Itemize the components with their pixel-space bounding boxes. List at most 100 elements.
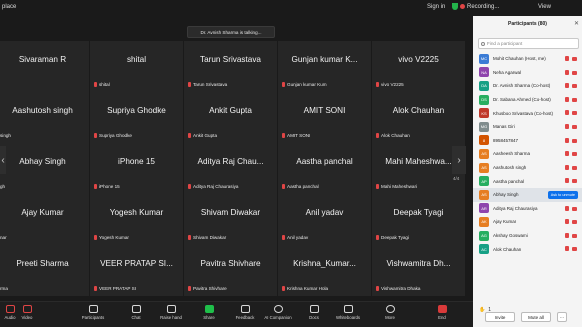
sign-in-link[interactable]: Sign in	[427, 4, 445, 10]
video-tile[interactable]: shital shital	[90, 41, 183, 92]
more-options-button[interactable]: ...	[557, 312, 567, 322]
video-tile[interactable]: Gunjan kumar K... Gunjan kumar Kum	[278, 41, 371, 92]
participant-name: Aashutosh singh	[493, 165, 527, 171]
video-tile[interactable]: Aashutosh singh singh	[0, 92, 89, 143]
participant-row[interactable]: MC Mohit Chauhan (Host, me)	[473, 52, 582, 66]
raise-hand-button[interactable]: Raise hand	[154, 305, 188, 327]
close-icon[interactable]: ✕	[574, 20, 579, 27]
participant-row[interactable]: AS Aashutosh singh	[473, 161, 582, 175]
mic-muted-icon	[565, 164, 569, 170]
camera-off-icon	[572, 124, 577, 129]
video-tile[interactable]: vivo V2225 vivo V2225	[372, 41, 465, 92]
whiteboard-icon	[343, 305, 353, 313]
video-tile[interactable]: Aastha panchal Aastha panchal	[278, 143, 371, 194]
participant-row[interactable]: DA Dr. Avnish Sharma (Co-host)	[473, 79, 582, 93]
video-tile[interactable]: Abhay Singh gh	[0, 143, 89, 194]
video-button[interactable]: Video	[10, 305, 44, 327]
participant-row[interactable]: MG Manas Giri	[473, 120, 582, 134]
toolbar-label: Feedback	[235, 315, 255, 320]
participant-row[interactable]: DS Dr. Sabana Ahmed (Co-host)	[473, 93, 582, 107]
video-tile[interactable]: Alok Chauhan Alok Chauhan	[372, 92, 465, 143]
prev-page-arrow-icon[interactable]: ‹	[0, 146, 6, 174]
tile-name: Alok Chauhan	[392, 106, 445, 115]
participants-button[interactable]: Participants	[76, 305, 110, 327]
mic-muted-icon	[282, 82, 285, 87]
feedback-button[interactable]: Feedback	[228, 305, 262, 327]
video-tile[interactable]: Anil yadav Anil yadav	[278, 194, 371, 245]
participant-row[interactable]: NA Neha Agarwal	[473, 66, 582, 80]
participant-row[interactable]: AS Abhay Singh Ask to unmute	[473, 187, 582, 202]
tile-label-text: Gunjan kumar Kum	[287, 82, 327, 87]
video-tile[interactable]: AMIT SONI AMIT SONI	[278, 92, 371, 143]
participant-row[interactable]: AS Aasheesh Sharma	[473, 147, 582, 161]
participant-search-input[interactable]: Find a participant	[478, 38, 579, 49]
tile-label: Mahi Maheshwari	[376, 184, 417, 189]
participant-row[interactable]: AP Aastha panchal	[473, 174, 582, 188]
toolbar-label: Whiteboards	[335, 315, 361, 320]
participant-row[interactable]: AR Aditya Raj Chaurasiya	[473, 202, 582, 216]
mic-muted-icon	[94, 82, 97, 87]
camera-off-icon	[572, 233, 577, 238]
mic-muted-icon	[565, 246, 569, 252]
video-tile[interactable]: Krishna_Kumar... Krishna Kumar Hola	[278, 245, 371, 296]
participant-name: Khusboo Srivastava (Co-host)	[493, 110, 554, 116]
video-tile[interactable]: Shivam Diwakar Shivam Diwakar	[184, 194, 277, 245]
recording-indicator[interactable]: Recording...	[452, 3, 499, 10]
tile-label: vivo V2225	[376, 82, 404, 87]
video-tile[interactable]: Preeti Sharma rma	[0, 245, 89, 296]
video-tile[interactable]: iPhone 15 iPhone 15	[90, 143, 183, 194]
video-tile[interactable]: Vishwamitra Dh... Vishwamitra Dhaka	[372, 245, 465, 296]
invite-button[interactable]: Invite	[485, 312, 515, 322]
page-indicator: 4/4	[453, 176, 460, 181]
end-button[interactable]: End	[425, 305, 459, 327]
tile-name: Vishwamitra Dh...	[386, 259, 451, 268]
tile-label-text: Ankit Gupta	[193, 133, 218, 138]
feedback-icon	[240, 305, 250, 313]
participant-row[interactable]: 8 8958457847	[473, 134, 582, 148]
camera-off-icon	[572, 179, 577, 184]
video-tile[interactable]: Tarun Srivastava Tarun Srivastava	[184, 41, 277, 92]
tile-name: Deepak Tyagi	[393, 208, 444, 217]
more-button[interactable]: More	[373, 305, 407, 327]
tile-name: Aditya Raj Chau...	[197, 157, 264, 166]
docs-button[interactable]: Docs	[297, 305, 331, 327]
tile-label-text: Tarun Srivastava	[193, 82, 228, 87]
video-tile[interactable]: Deepak Tyagi Deepak Tyagi	[372, 194, 465, 245]
mute-all-button[interactable]: Mute all	[521, 312, 551, 322]
view-button[interactable]: View	[538, 4, 551, 10]
video-tile[interactable]: VEER PRATAP SI... VEER PRATAP SI	[90, 245, 183, 296]
share-button[interactable]: Share	[192, 305, 226, 327]
ai-companion-button[interactable]: AI Companion	[261, 305, 295, 327]
tile-name: Sivaraman R	[18, 55, 67, 64]
participant-row[interactable]: AG Akshay Goswami	[473, 229, 582, 243]
participant-status	[565, 110, 577, 116]
participant-status	[565, 151, 577, 157]
toolbar-label: Video	[21, 315, 33, 320]
avatar: AR	[479, 203, 489, 214]
video-tile[interactable]: Ankit Gupta Ankit Gupta	[184, 92, 277, 143]
camera-off-icon	[572, 220, 577, 225]
ask-to-unmute-button[interactable]: Ask to unmute	[547, 190, 578, 199]
video-tile[interactable]: Ajay Kumar nar	[0, 194, 89, 245]
meeting-window: place Sign in Recording... View Dr. Avni…	[0, 0, 582, 327]
tile-label-text: Aditya Raj Chaurasiya	[193, 184, 239, 189]
camera-off-icon	[572, 70, 577, 75]
chat-button[interactable]: Chat	[119, 305, 153, 327]
mic-muted-icon	[94, 235, 97, 240]
whiteboards-button[interactable]: Whiteboards	[331, 305, 365, 327]
participant-status	[565, 56, 577, 61]
tile-label-text: Mahi Maheshwari	[381, 184, 417, 189]
tile-label-text: vivo V2225	[381, 82, 404, 87]
participant-row[interactable]: AK Ajay Kumar	[473, 215, 582, 229]
participant-row[interactable]: AC Alok Chauhan	[473, 242, 582, 256]
participant-row[interactable]: KS Khusboo Srivastava (Co-host)	[473, 106, 582, 120]
video-tile[interactable]: Pavitra Shivhare Pavitra Shivhare	[184, 245, 277, 296]
next-page-arrow-icon[interactable]: ›	[452, 146, 466, 174]
video-tile[interactable]: Supriya Ghodke Supriya Ghodke	[90, 92, 183, 143]
mic-muted-icon	[376, 235, 379, 240]
tile-name: Shivam Diwakar	[200, 208, 261, 217]
video-tile[interactable]: Aditya Raj Chau... Aditya Raj Chaurasiya	[184, 143, 277, 194]
avatar: MC	[479, 53, 489, 64]
video-tile[interactable]: Yogesh Kumar Yogesh Kumar	[90, 194, 183, 245]
video-tile[interactable]: Sivaraman R	[0, 41, 89, 92]
